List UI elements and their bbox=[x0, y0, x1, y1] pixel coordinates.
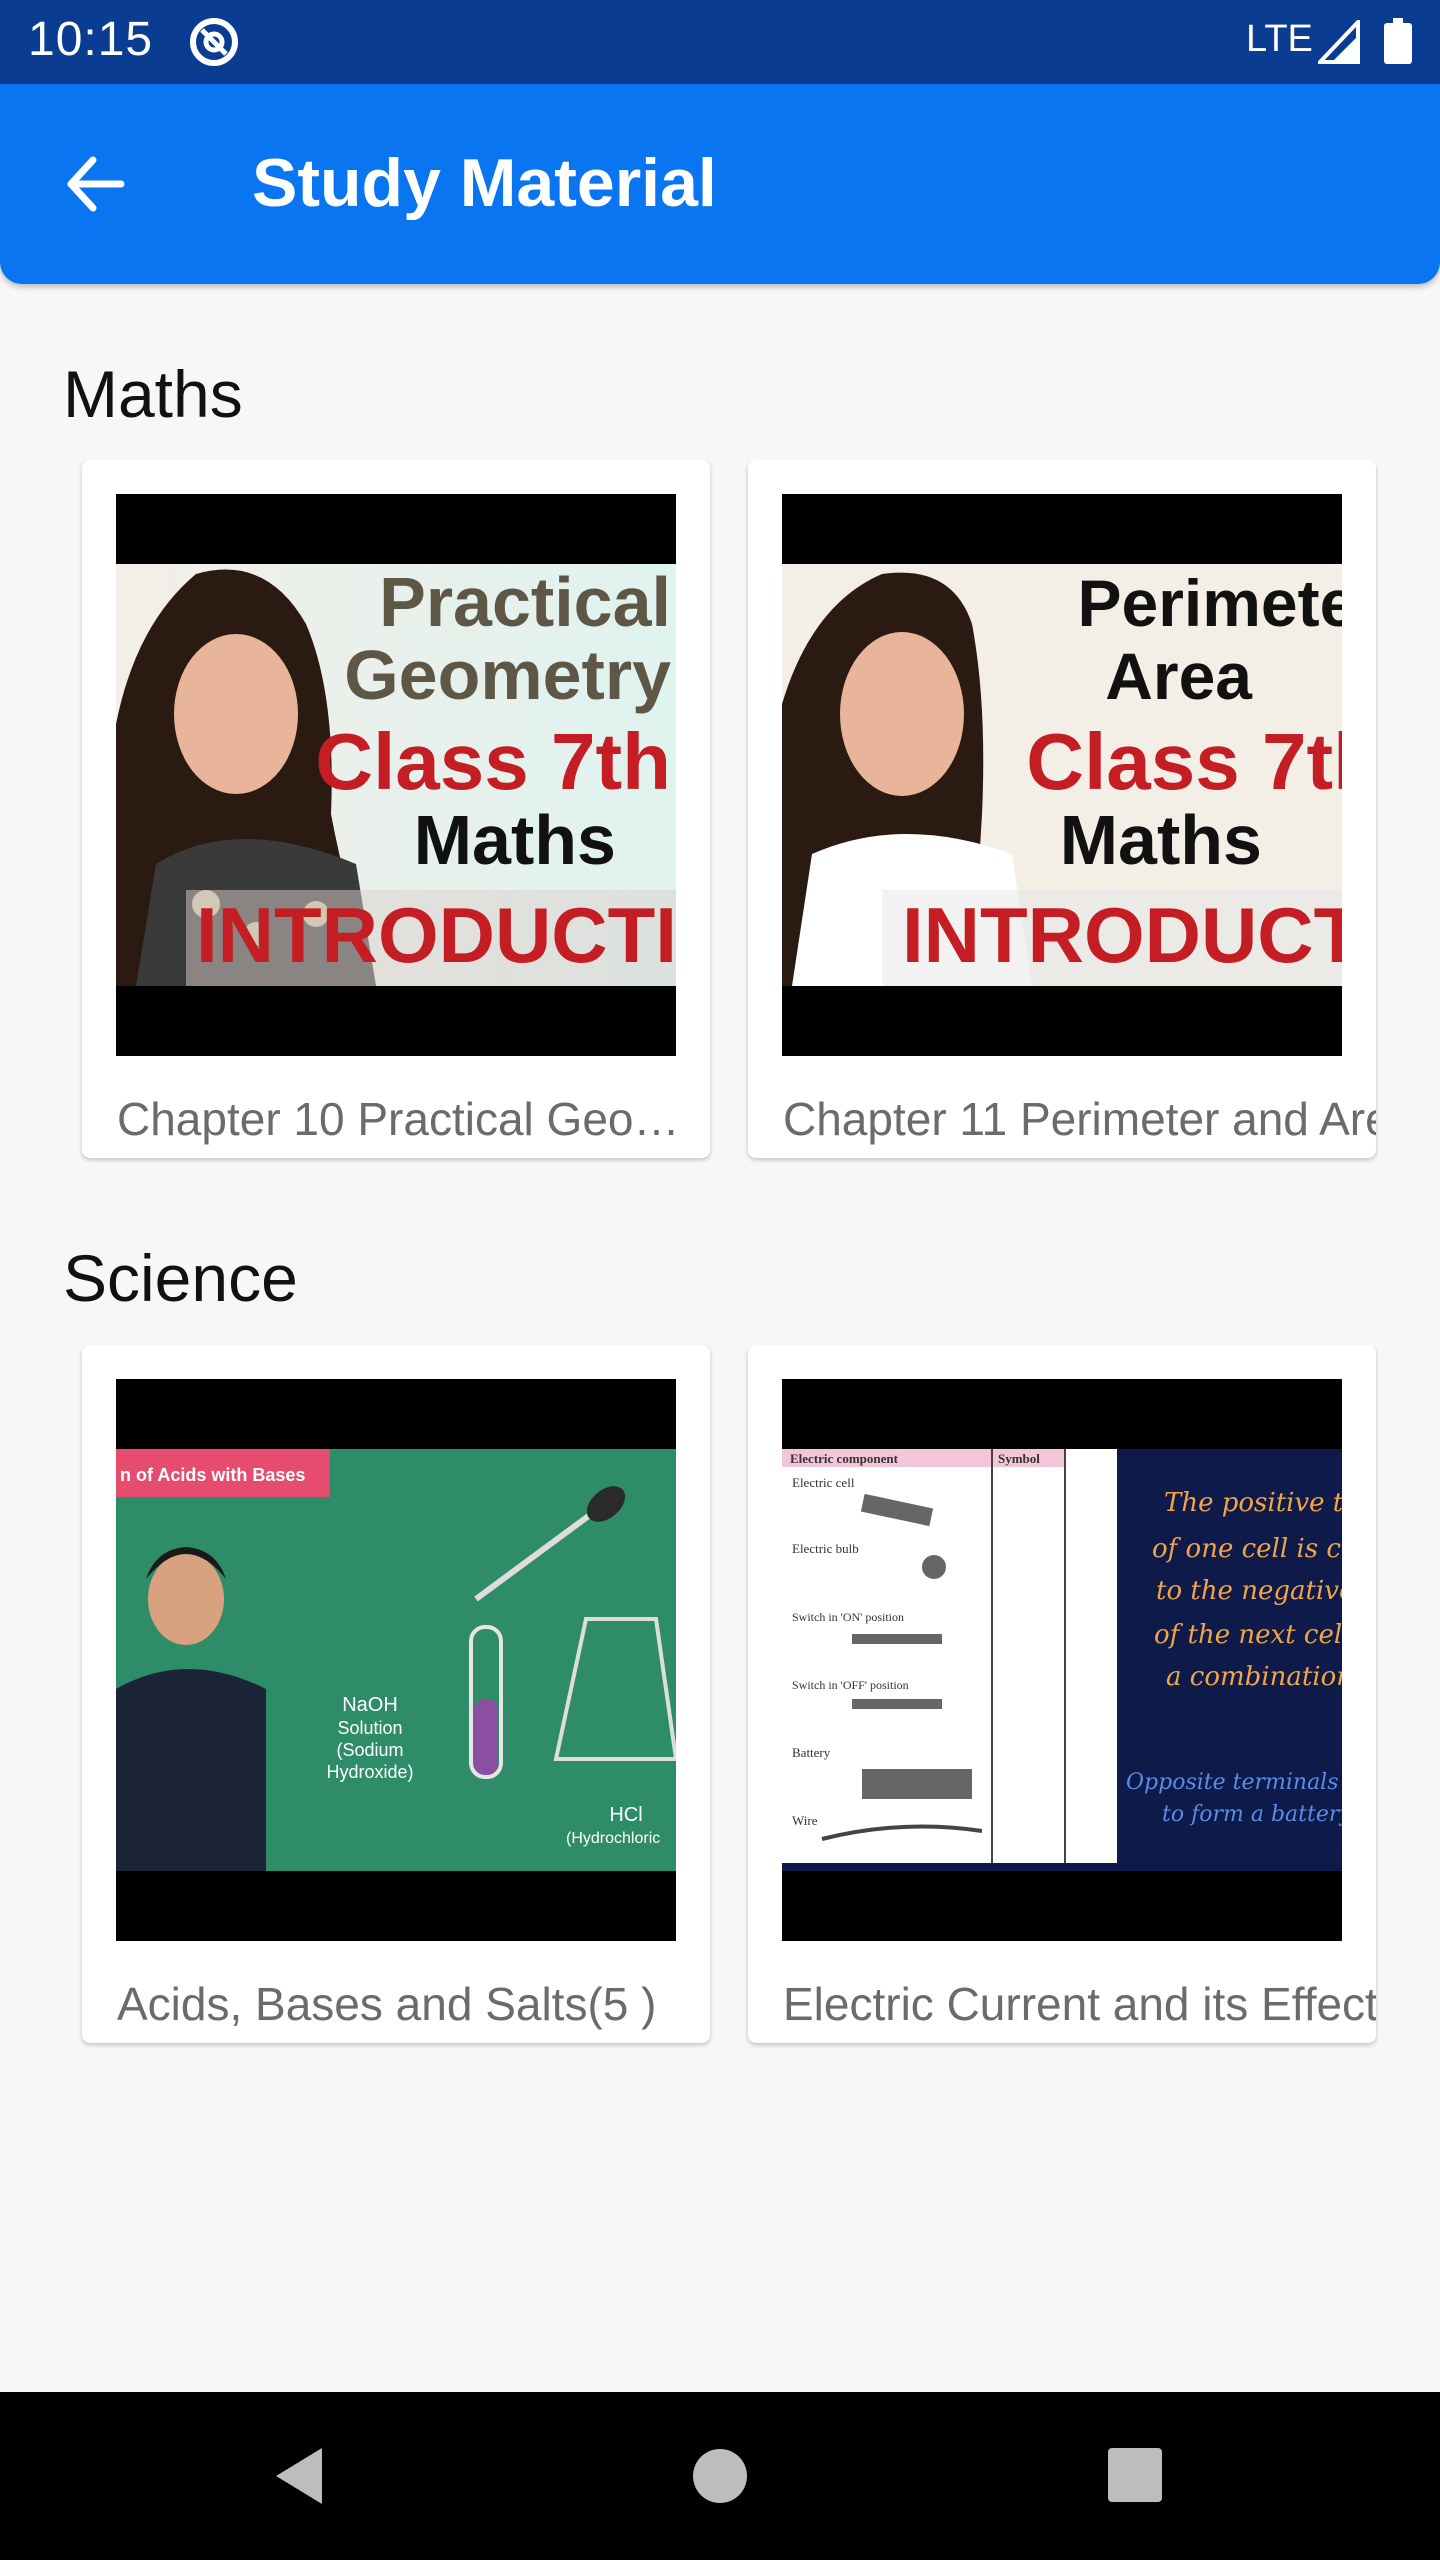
section-title-science: Science bbox=[63, 1241, 298, 1315]
app-notification-icon bbox=[190, 18, 238, 66]
status-bar: 10:15 LTE bbox=[0, 0, 1440, 84]
video-thumbnail[interactable]: Practical Geometry Class 7th Maths INTRO… bbox=[116, 494, 676, 1056]
material-card[interactable]: Practical Geometry Class 7th Maths INTRO… bbox=[82, 460, 710, 1158]
app-bar: Study Material bbox=[0, 84, 1440, 284]
nav-back-icon[interactable] bbox=[260, 2434, 344, 2518]
material-card[interactable]: Electric component Symbol Electric cell … bbox=[748, 1345, 1376, 2043]
page-title: Study Material bbox=[252, 145, 717, 221]
card-caption: Acids, Bases and Salts(5 ) bbox=[117, 1978, 657, 2030]
card-caption: Chapter 11 Perimeter and Area bbox=[783, 1093, 1376, 1145]
status-time: 10:15 bbox=[28, 13, 154, 66]
battery-icon bbox=[1384, 18, 1412, 64]
network-type: LTE bbox=[1246, 18, 1313, 60]
card-row-maths[interactable]: Practical Geometry Class 7th Maths INTRO… bbox=[0, 460, 1378, 1180]
signal-icon bbox=[1318, 20, 1360, 64]
nav-home-icon[interactable] bbox=[678, 2434, 762, 2518]
back-button[interactable] bbox=[50, 139, 140, 229]
video-thumbnail[interactable]: Perimeter Area Class 7th Maths INTRODUCT… bbox=[782, 494, 1342, 1056]
nav-recents-icon[interactable] bbox=[1094, 2434, 1178, 2518]
video-thumbnail[interactable]: Electric component Symbol Electric cell … bbox=[782, 1379, 1342, 1941]
section-title-maths: Maths bbox=[63, 357, 243, 431]
video-thumbnail[interactable]: n of Acids with Bases NaOH Solution (Sod… bbox=[116, 1379, 676, 1941]
navigation-bar bbox=[0, 2392, 1440, 2560]
card-caption: Chapter 10 Practical Geometry bbox=[117, 1093, 697, 1145]
material-card[interactable]: Perimeter Area Class 7th Maths INTRODUCT… bbox=[748, 460, 1376, 1158]
material-card[interactable]: n of Acids with Bases NaOH Solution (Sod… bbox=[82, 1345, 710, 2043]
arrow-back-icon bbox=[67, 156, 125, 212]
card-caption: Electric Current and its Effects bbox=[783, 1978, 1376, 2030]
card-row-science[interactable]: n of Acids with Bases NaOH Solution (Sod… bbox=[0, 1345, 1378, 2065]
